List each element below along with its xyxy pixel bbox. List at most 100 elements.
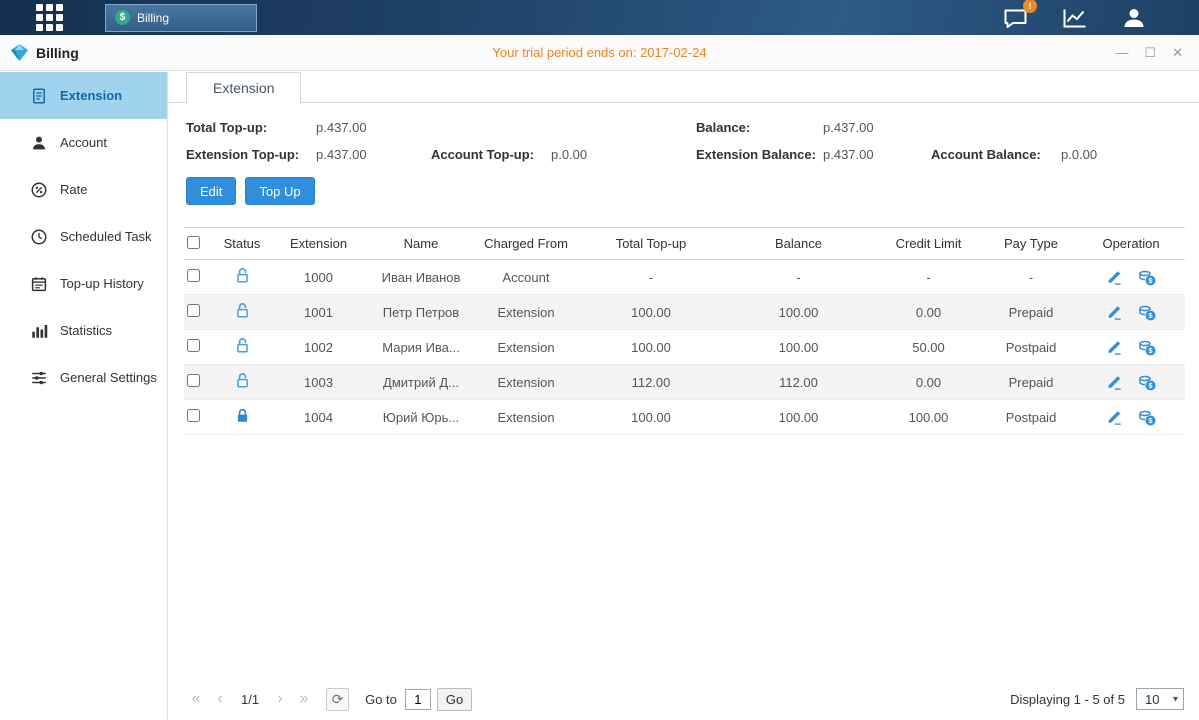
cell-name: Дмитрий Д...	[371, 375, 471, 390]
column-extension: Extension	[266, 236, 371, 251]
sidebar-item-scheduled-task[interactable]: Scheduled Task	[0, 213, 167, 260]
cell-pay-type: Prepaid	[981, 375, 1081, 390]
sidebar-item-label: Rate	[60, 182, 87, 197]
lock-status-icon[interactable]	[235, 407, 250, 427]
top-up-row-icon[interactable]: $	[1138, 408, 1156, 426]
row-checkbox[interactable]	[187, 339, 200, 352]
column-status: Status	[218, 236, 266, 251]
go-button[interactable]: Go	[437, 688, 472, 711]
cell-balance: 100.00	[721, 340, 876, 355]
row-checkbox[interactable]	[187, 304, 200, 317]
cell-credit-limit: 0.00	[876, 305, 981, 320]
cell-extension: 1002	[266, 340, 371, 355]
column-credit-limit: Credit Limit	[876, 236, 981, 251]
account-topup-label: Account Top-up:	[431, 147, 551, 162]
notification-badge: !	[1023, 0, 1037, 13]
row-checkbox[interactable]	[187, 409, 200, 422]
account-balance-label: Account Balance:	[931, 147, 1061, 162]
unlock-status-icon[interactable]	[235, 267, 250, 287]
dollar-coin-icon: $	[115, 10, 130, 25]
column-charged-from: Charged From	[471, 236, 581, 251]
sidebar-item-statistics[interactable]: Statistics	[0, 307, 167, 354]
select-all-checkbox[interactable]	[187, 236, 200, 249]
cell-total-topup: 100.00	[581, 305, 721, 320]
row-checkbox[interactable]	[187, 269, 200, 282]
tab-strip: Extension	[169, 72, 1199, 103]
tab-extension[interactable]: Extension	[186, 72, 301, 104]
sidebar-item-rate[interactable]: Rate	[0, 166, 167, 213]
window-titlebar: Billing Your trial period ends on: 2017-…	[0, 35, 1199, 71]
account-icon	[30, 134, 48, 152]
unlock-status-icon[interactable]	[235, 372, 250, 392]
cell-credit-limit: 100.00	[876, 410, 981, 425]
cell-charged-from: Extension	[471, 410, 581, 425]
unlock-status-icon[interactable]	[235, 337, 250, 357]
top-up-row-icon[interactable]: $	[1138, 338, 1156, 356]
top-up-button[interactable]: Top Up	[245, 177, 314, 205]
bar-chart-icon	[30, 322, 48, 340]
minimize-icon[interactable]: —	[1115, 46, 1128, 59]
window-title: Billing	[36, 45, 79, 61]
cell-pay-type: -	[981, 270, 1081, 285]
system-topbar: $ Billing !	[0, 0, 1199, 35]
statistics-chart-icon[interactable]	[1061, 6, 1089, 30]
cell-name: Иван Иванов	[371, 270, 471, 285]
extensions-table: Status Extension Name Charged From Total…	[184, 227, 1185, 435]
sidebar-item-extension[interactable]: Extension	[0, 72, 167, 119]
top-up-row-icon[interactable]: $	[1138, 373, 1156, 391]
balance-summary: Total Top-up: p.437.00 Balance: p.437.00…	[186, 120, 1182, 162]
refresh-icon[interactable]: ⟳	[326, 688, 349, 711]
edit-row-icon[interactable]	[1106, 304, 1122, 320]
sidebar-item-topup-history[interactable]: Top-up History	[0, 260, 167, 307]
edit-button[interactable]: Edit	[186, 177, 236, 205]
edit-row-icon[interactable]	[1106, 374, 1122, 390]
cell-pay-type: Prepaid	[981, 305, 1081, 320]
cell-total-topup: -	[581, 270, 721, 285]
goto-page-input[interactable]	[405, 689, 431, 710]
table-row: 1004 Юрий Юрь... Extension 100.00 100.00…	[184, 400, 1185, 435]
extension-icon	[30, 87, 48, 105]
clock-icon	[30, 228, 48, 246]
edit-row-icon[interactable]	[1106, 409, 1122, 425]
cell-total-topup: 112.00	[581, 375, 721, 390]
row-checkbox[interactable]	[187, 374, 200, 387]
sidebar-item-label: Scheduled Task	[60, 229, 152, 244]
sidebar-item-account[interactable]: Account	[0, 119, 167, 166]
cell-credit-limit: -	[876, 270, 981, 285]
top-up-row-icon[interactable]: $	[1138, 303, 1156, 321]
table-row: 1003 Дмитрий Д... Extension 112.00 112.0…	[184, 365, 1185, 400]
taskbar-item-billing[interactable]: $ Billing	[105, 4, 257, 32]
extension-balance-value: p.437.00	[823, 147, 931, 162]
maximize-icon[interactable]: ☐	[1144, 46, 1156, 59]
sidebar-item-label: Account	[60, 135, 107, 150]
sidebar-item-general-settings[interactable]: General Settings	[0, 354, 167, 401]
sidebar-item-label: Extension	[60, 88, 122, 103]
cell-pay-type: Postpaid	[981, 340, 1081, 355]
user-account-icon[interactable]	[1121, 6, 1147, 30]
cell-extension: 1000	[266, 270, 371, 285]
page-size-select[interactable]: 10 ▾	[1136, 688, 1184, 710]
page-indicator: 1/1	[241, 692, 259, 707]
sidebar-item-label: Top-up History	[60, 276, 144, 291]
first-page-button[interactable]: «	[184, 691, 208, 707]
cell-extension: 1004	[266, 410, 371, 425]
last-page-button[interactable]: »	[292, 691, 316, 707]
unlock-status-icon[interactable]	[235, 302, 250, 322]
table-row: 1002 Мария Ива... Extension 100.00 100.0…	[184, 330, 1185, 365]
app-grid-icon[interactable]	[36, 4, 63, 31]
trial-notice: Your trial period ends on: 2017-02-24	[0, 45, 1199, 60]
cell-name: Юрий Юрь...	[371, 410, 471, 425]
cell-charged-from: Account	[471, 270, 581, 285]
cell-charged-from: Extension	[471, 375, 581, 390]
messages-icon[interactable]: !	[1002, 6, 1029, 30]
top-up-row-icon[interactable]: $	[1138, 268, 1156, 286]
edit-row-icon[interactable]	[1106, 269, 1122, 285]
edit-row-icon[interactable]	[1106, 339, 1122, 355]
next-page-button[interactable]: ›	[268, 691, 292, 707]
account-balance-value: p.0.00	[1061, 147, 1182, 162]
sidebar: Extension Account Rate Scheduled Task	[0, 72, 168, 720]
prev-page-button[interactable]: ‹	[208, 691, 232, 707]
cell-balance: 112.00	[721, 375, 876, 390]
cell-total-topup: 100.00	[581, 410, 721, 425]
close-icon[interactable]: ✕	[1172, 46, 1183, 59]
